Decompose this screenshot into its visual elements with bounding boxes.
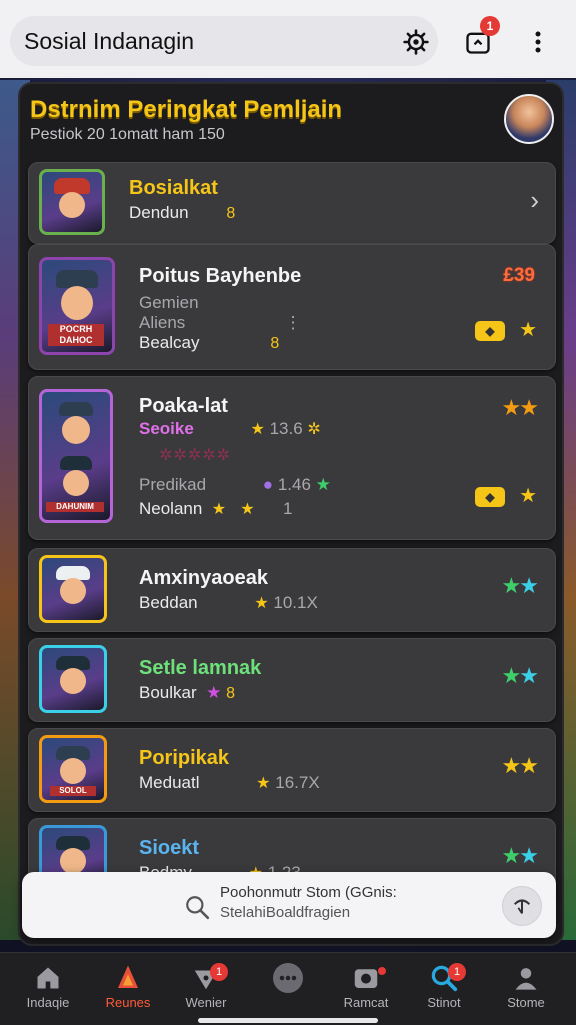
search-action-button[interactable] xyxy=(502,886,542,926)
player-stat: Aliens ⋮ xyxy=(139,313,302,332)
nav-item-search[interactable]: Stinot 1 xyxy=(404,961,484,1021)
search-box[interactable]: Poohonmutr Stom (GGnis: StelahiBoaldfrag… xyxy=(22,872,556,938)
player-stat: Boulkar ★ 8 xyxy=(139,683,235,702)
app-title: Sosial Indanagin xyxy=(24,27,195,54)
search-icon xyxy=(186,896,210,920)
nav-item-home[interactable]: Indaqie xyxy=(8,961,88,1021)
player-card[interactable]: SOLOL Poripikak Meduatl ★ 16.7X ★★ xyxy=(28,728,556,812)
notification-badge: 1 xyxy=(480,16,500,36)
player-card[interactable]: Setle lamnak Boulkar ★ 8 ★★ xyxy=(28,638,556,722)
star-icon: ★ xyxy=(519,319,537,341)
player-name: Setle lamnak xyxy=(139,657,262,679)
leaderboard-panel: Dstrnim Peringkat Pemljain Pestiok 20 1o… xyxy=(18,82,564,946)
player-name: Poaka-lat xyxy=(139,395,228,417)
search-hint-secondary: StelahiBoaldfragien xyxy=(220,904,351,921)
chat-icon xyxy=(273,963,303,993)
bottom-navigation: Indaqie Reunes Wenier 1 Ramcat 1 Stinot … xyxy=(0,952,576,1025)
score-badge: £39 xyxy=(503,265,535,286)
star-icon: ★ xyxy=(519,485,537,507)
player-stat: Dendun 8 xyxy=(129,203,236,222)
player-avatar xyxy=(39,169,105,235)
player-card[interactable]: POCRH DAHOC Poitus Bayhenbe Gemien Alien… xyxy=(28,244,556,370)
player-avatar: SOLOL xyxy=(39,735,107,803)
settings-icon xyxy=(403,29,429,55)
chevron-right-icon[interactable]: › xyxy=(530,185,539,216)
rating-stars: ★★ xyxy=(501,753,539,778)
nav-item-profile[interactable]: Stome xyxy=(486,961,566,1021)
rating-stars: ★★ xyxy=(501,663,539,688)
player-name: Bosialkat xyxy=(129,177,218,199)
player-name: Poripikak xyxy=(139,747,230,769)
settings-button[interactable] xyxy=(400,26,432,58)
avatar-caption: SOLOL xyxy=(50,786,96,796)
flame-icon xyxy=(118,965,138,988)
player-avatar: POCRH DAHOC xyxy=(39,257,115,355)
person-icon xyxy=(515,968,537,990)
player-avatar xyxy=(39,645,107,713)
player-name: Amxinyaoeak xyxy=(139,567,268,589)
player-stat: Predikad ● 1.46 ★ xyxy=(139,475,331,494)
player-stat: Neolann ★ ★ 1 xyxy=(139,499,293,518)
rank-badge: ◆ xyxy=(475,321,505,341)
nav-badge: 1 xyxy=(378,967,386,975)
nav-badge: 1 xyxy=(210,963,228,981)
player-card[interactable]: Amxinyaoeak Beddan ★ 10.1X ★★ xyxy=(28,548,556,632)
nav-item-camera[interactable]: Ramcat 1 xyxy=(326,961,406,1021)
rating-stars: ★★ xyxy=(501,843,539,868)
player-stat: Beddan ★ 10.1X xyxy=(139,593,318,612)
nav-item-rewards[interactable]: Reunes xyxy=(88,961,168,1021)
panel-title: Dstrnim Peringkat Pemljain xyxy=(30,96,343,123)
decorative-stars: ✲✲✲✲✲ xyxy=(159,447,232,464)
app-title-pill[interactable]: Sosial Indanagin xyxy=(10,16,438,66)
avatar-caption: DAHUNIM xyxy=(46,502,104,512)
rating-stars: ★★ xyxy=(501,395,539,420)
home-indicator xyxy=(198,1018,378,1023)
search-hint-primary: Poohonmutr Stom (GGnis: xyxy=(220,884,397,901)
panel-subtitle: Pestiok 20 1omatt ham 150 xyxy=(30,126,225,143)
rating-stars: ★★ xyxy=(501,573,539,598)
avatar-caption: POCRH DAHOC xyxy=(48,324,104,346)
rank-badge: ◆ xyxy=(475,487,505,507)
more-vert-icon xyxy=(535,31,541,53)
player-name: Sioekt xyxy=(139,837,200,859)
player-avatar: DAHUNIM xyxy=(39,389,113,523)
player-avatar xyxy=(39,555,107,623)
player-stat: Bealcay 8 xyxy=(139,333,280,352)
profile-avatar[interactable] xyxy=(504,94,554,144)
home-icon xyxy=(37,967,59,989)
top-app-bar: Sosial Indanagin 1 xyxy=(0,0,576,78)
camera-icon xyxy=(354,969,378,988)
player-stat: Gemien xyxy=(139,293,199,312)
player-stat: Meduatl ★ 16.7X xyxy=(139,773,320,792)
pin-icon xyxy=(513,899,531,914)
more-options-button[interactable] xyxy=(524,24,552,60)
player-name: Poitus Bayhenbe xyxy=(139,265,302,287)
player-card[interactable]: DAHUNIM Poaka-lat Seoike ★ 13.6 ✲ ✲✲✲✲✲ … xyxy=(28,376,556,540)
player-stat: Seoike ★ 13.6 ✲ xyxy=(139,419,321,438)
nav-badge: 1 xyxy=(448,963,466,981)
nav-item-viewer[interactable]: Wenier 1 xyxy=(166,961,246,1021)
nav-item-chat[interactable] xyxy=(248,961,328,1021)
player-card[interactable]: Bosialkat Dendun 8 › xyxy=(28,162,556,244)
